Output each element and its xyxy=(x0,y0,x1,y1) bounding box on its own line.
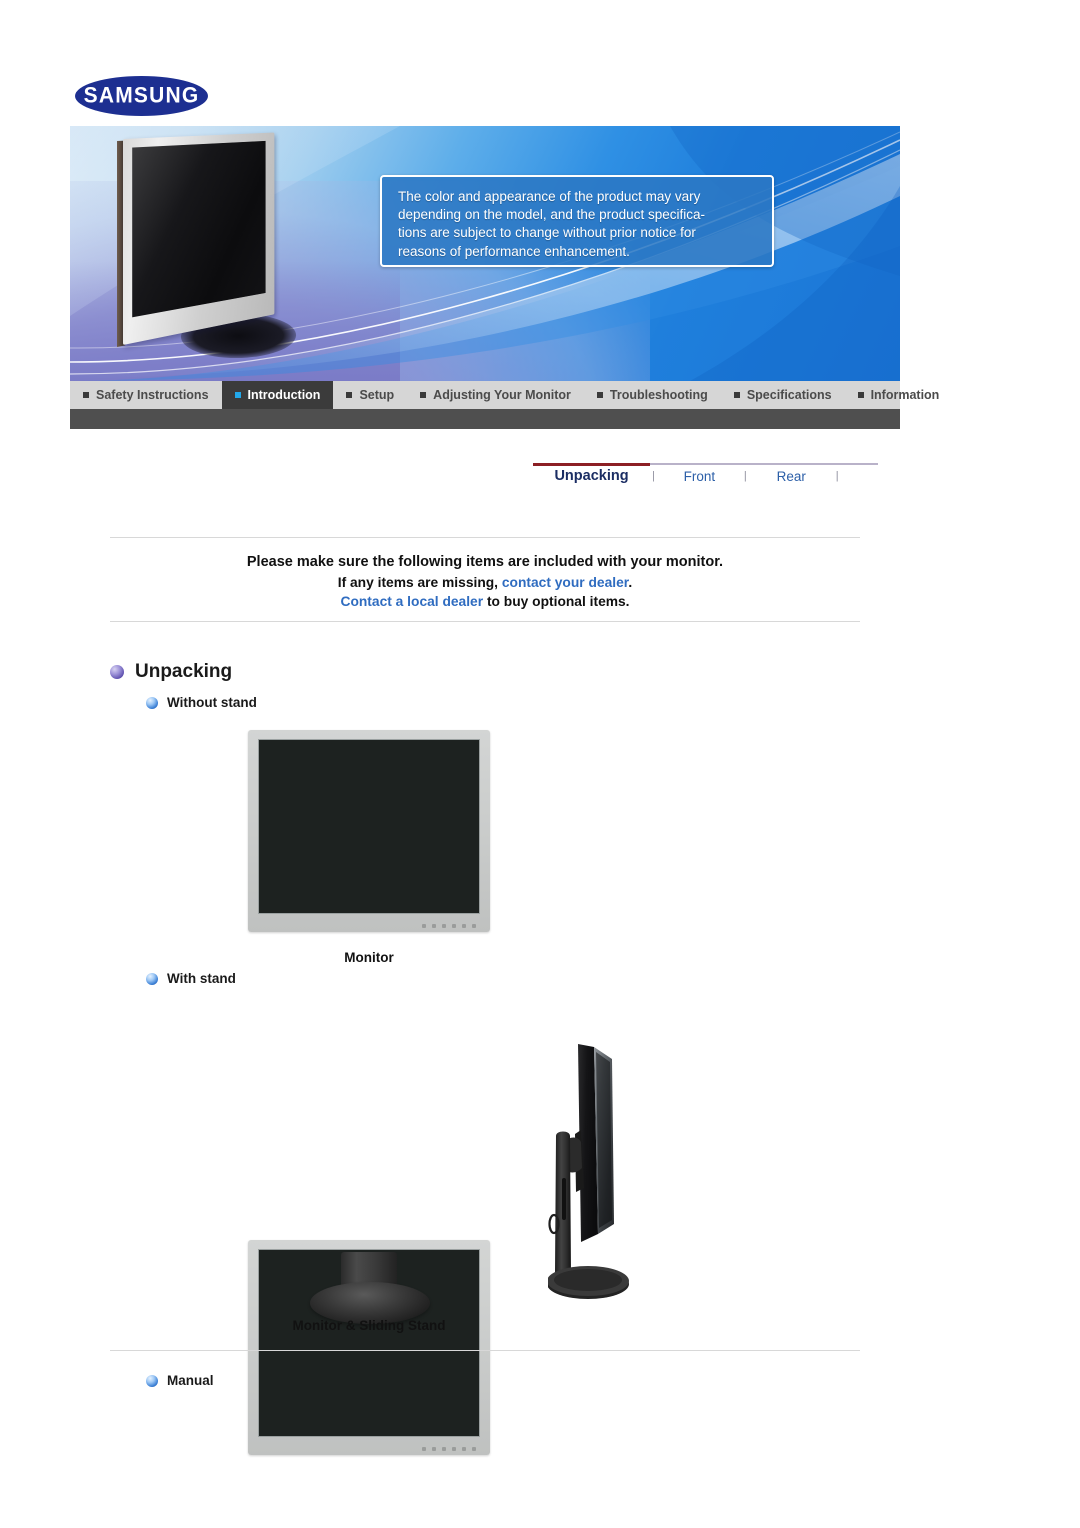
subnav-item-unpacking[interactable]: Unpacking xyxy=(533,468,650,484)
subnav-item-rear[interactable]: Rear xyxy=(749,469,834,484)
nav-label: Information xyxy=(870,388,940,402)
banner-monitor-body xyxy=(123,132,275,345)
subnav-separator: | xyxy=(835,470,839,482)
monitor-with-stand-side-image xyxy=(548,1044,629,1299)
nav-item-information[interactable]: Information xyxy=(845,381,953,409)
disclaimer-line-1: The color and appearance of the product … xyxy=(398,189,701,204)
subsection-without-stand: Without stand xyxy=(146,695,257,710)
nav-item-adjusting-your-monitor[interactable]: Adjusting Your Monitor xyxy=(407,381,584,409)
banner-monitor-screen xyxy=(132,140,266,318)
logo-ellipse: SAMSUNG xyxy=(75,76,208,116)
nav-label: Safety Instructions xyxy=(96,388,209,402)
notice-line-3: Contact a local dealer to buy optional i… xyxy=(110,592,860,611)
items-included-notice: Please make sure the following items are… xyxy=(110,552,860,611)
purple-sphere-bullet-icon xyxy=(110,665,124,679)
samsung-logo: SAMSUNG xyxy=(75,76,208,118)
square-marker-icon xyxy=(733,392,740,398)
subnav-items[interactable]: Unpacking | Front | Rear | xyxy=(533,468,878,484)
subsection-label: With stand xyxy=(167,971,236,986)
square-marker-icon xyxy=(83,392,89,398)
sub-navigation[interactable]: Unpacking | Front | Rear | xyxy=(533,463,878,497)
subsection-label: Manual xyxy=(167,1373,214,1388)
blue-sphere-bullet-icon xyxy=(146,696,158,709)
caption-monitor-sliding-stand: Monitor & Sliding Stand xyxy=(292,1318,446,1333)
square-marker-icon xyxy=(346,392,353,398)
divider-before-manual xyxy=(110,1350,860,1351)
disclaimer-line-2: depending on the model, and the product … xyxy=(398,207,705,223)
subnav-label: Unpacking xyxy=(554,468,629,484)
notice-line-3-post: to buy optional items. xyxy=(483,594,630,609)
square-marker-icon xyxy=(234,392,241,398)
nav-label: Adjusting Your Monitor xyxy=(433,388,571,402)
hero-banner: The color and appearance of the product … xyxy=(70,126,900,381)
blue-sphere-bullet-icon xyxy=(146,972,158,985)
monitor-control-buttons xyxy=(422,924,476,928)
subnav-separator: | xyxy=(743,470,747,482)
product-disclaimer-callout: The color and appearance of the product … xyxy=(380,175,774,267)
notice-line-2-post: . xyxy=(628,575,633,590)
notice-line-2-pre: If any items are missing, xyxy=(337,575,502,590)
blue-sphere-bullet-icon xyxy=(146,1374,158,1387)
notice-line-2: If any items are missing, contact your d… xyxy=(110,573,860,592)
navbar-bottom-strip xyxy=(70,409,900,429)
subnav-separator: | xyxy=(652,470,655,482)
notice-line-1: Please make sure the following items are… xyxy=(246,554,724,570)
product-manual-page: SAMSUNG The color and appearance of the … xyxy=(0,0,1080,1528)
disclaimer-line-3: tions are subject to change without prio… xyxy=(398,225,696,241)
logo-text: SAMSUNG xyxy=(83,83,200,108)
nav-label: Specifications xyxy=(746,388,832,402)
monitor-without-stand-image xyxy=(248,730,490,932)
nav-item-safety-instructions[interactable]: Safety Instructions xyxy=(70,381,222,409)
monitor-control-buttons xyxy=(422,1447,476,1451)
subsection-manual: Manual xyxy=(146,1373,214,1388)
square-marker-icon xyxy=(420,392,427,398)
contact-your-dealer-link[interactable]: contact your dealer xyxy=(502,575,629,590)
nav-item-introduction[interactable]: Introduction xyxy=(221,381,334,409)
subsection-with-stand: With stand xyxy=(146,971,236,986)
monitor-screen xyxy=(258,739,480,914)
caption-monitor: Monitor xyxy=(344,950,394,965)
nav-item-specifications[interactable]: Specifications xyxy=(721,381,845,409)
contact-a-local-dealer-link[interactable]: Contact a local dealer xyxy=(340,594,483,609)
main-navigation[interactable]: Safety Instructions Introduction Setup A… xyxy=(70,381,939,409)
square-marker-icon xyxy=(596,392,603,398)
divider-below-notice xyxy=(110,621,860,622)
section-title: Unpacking xyxy=(135,661,233,682)
divider-top xyxy=(110,537,860,538)
nav-label: Setup xyxy=(359,388,395,402)
subnav-active-underline xyxy=(533,463,650,466)
subnav-label: Rear xyxy=(776,468,806,484)
subnav-item-front[interactable]: Front xyxy=(657,469,742,484)
subsection-label: Without stand xyxy=(167,695,257,710)
section-heading-unpacking: Unpacking xyxy=(110,661,232,683)
nav-label: Introduction xyxy=(247,388,321,402)
disclaimer-line-4: reasons of performance enhancement. xyxy=(398,243,630,259)
nav-label: Troubleshooting xyxy=(609,388,708,402)
nav-item-setup[interactable]: Setup xyxy=(333,381,407,409)
nav-item-troubleshooting[interactable]: Troubleshooting xyxy=(584,381,721,409)
banner-monitor-image xyxy=(115,132,315,364)
square-marker-icon xyxy=(857,392,864,398)
subnav-label: Front xyxy=(683,468,716,484)
